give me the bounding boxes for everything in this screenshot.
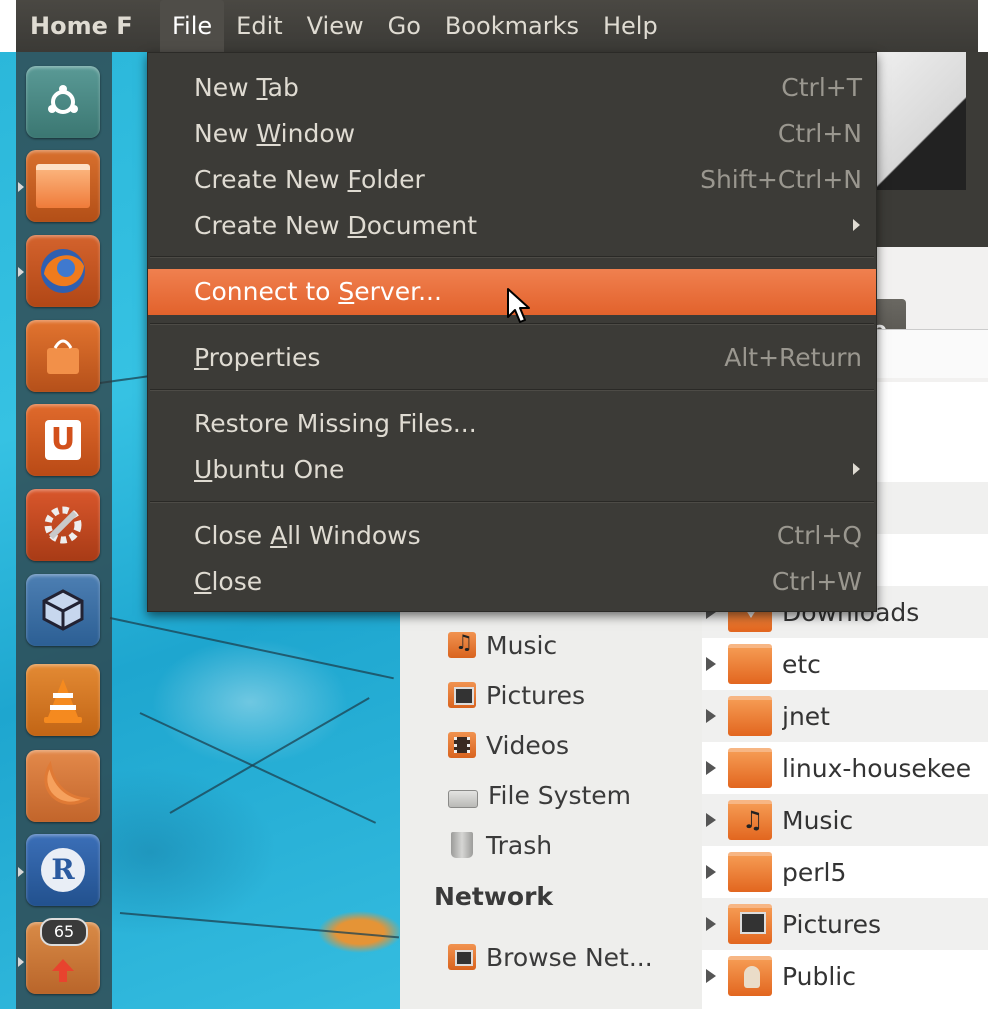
menu-item-close[interactable]: Close Ctrl+W — [148, 559, 876, 605]
menu-edit[interactable]: Edit — [224, 0, 294, 52]
expander-icon[interactable] — [706, 917, 716, 931]
orange-slice-icon — [44, 760, 90, 805]
app-title: Home F — [30, 12, 133, 40]
list-item[interactable]: Music — [702, 794, 988, 846]
submenu-arrow-icon — [853, 219, 860, 231]
launcher-r-project[interactable]: R — [26, 834, 100, 906]
folder-icon — [728, 696, 772, 736]
sidebar-item-label: Music — [486, 630, 558, 660]
launcher-dash-home[interactable] — [26, 66, 100, 138]
public-folder-icon — [728, 956, 772, 996]
pictures-folder-icon — [448, 682, 476, 708]
expander-icon[interactable] — [706, 761, 716, 775]
list-item[interactable]: etc — [702, 638, 988, 690]
launcher-software-center[interactable] — [26, 320, 100, 392]
videos-folder-icon — [448, 732, 476, 758]
accelerator: Ctrl+Q — [776, 521, 862, 550]
music-folder-icon — [728, 800, 772, 840]
list-item[interactable]: linux-housekee — [702, 742, 988, 794]
trash-icon — [451, 832, 473, 858]
file-menu-dropdown: New Tab Ctrl+T New Window Ctrl+N Create … — [147, 52, 877, 612]
list-item[interactable]: perl5 — [702, 846, 988, 898]
menu-go[interactable]: Go — [376, 0, 433, 52]
running-indicator — [18, 867, 24, 877]
menu-bookmarks[interactable]: Bookmarks — [433, 0, 591, 52]
top-menu-bar: Home F File Edit View Go Bookmarks Help — [0, 0, 988, 52]
list-item[interactable]: Pictures — [702, 898, 988, 950]
menu-item-restore-missing-files[interactable]: Restore Missing Files... — [148, 401, 876, 447]
expander-icon[interactable] — [706, 657, 716, 671]
list-item[interactable]: Public — [702, 950, 988, 1002]
folder-icon — [728, 852, 772, 892]
menu-item-new-tab[interactable]: New Tab Ctrl+T — [148, 65, 876, 111]
accelerator: Ctrl+W — [771, 567, 862, 596]
expander-icon[interactable] — [706, 865, 716, 879]
expander-icon[interactable] — [706, 709, 716, 723]
menu-view[interactable]: View — [295, 0, 376, 52]
menu-file[interactable]: File — [160, 0, 225, 52]
shopping-bag-icon — [47, 339, 79, 374]
folder-icon — [36, 164, 90, 208]
ubuntu-logo-icon — [48, 85, 78, 114]
running-indicator — [18, 182, 24, 192]
running-indicator — [18, 957, 24, 967]
running-indicator — [18, 267, 24, 277]
sidebar-item-videos[interactable]: Videos — [448, 725, 569, 765]
launcher-vlc[interactable] — [26, 664, 100, 736]
sidebar-item-label: Browse Net... — [486, 942, 653, 972]
menu-item-new-window[interactable]: New Window Ctrl+N — [148, 111, 876, 157]
menu-separator — [150, 501, 874, 503]
music-folder-icon: ♫ — [448, 630, 476, 658]
menu-item-ubuntu-one[interactable]: Ubuntu One — [148, 447, 876, 493]
launcher-virtualbox[interactable] — [26, 574, 100, 646]
launcher-firefox[interactable] — [26, 235, 100, 307]
sidebar-heading-network: Network — [434, 882, 554, 911]
sidebar-item-label: File System — [488, 780, 632, 810]
sidebar-item-label: Pictures — [486, 680, 585, 710]
menu-item-create-new-folder[interactable]: Create New Folder Shift+Ctrl+N — [148, 157, 876, 203]
menu-separator — [150, 256, 874, 258]
vlc-cone-icon — [44, 679, 82, 723]
r-logo-icon: R — [41, 848, 85, 892]
launcher-files[interactable] — [26, 150, 100, 222]
menu-item-create-new-document[interactable]: Create New Document — [148, 203, 876, 249]
firefox-icon — [41, 249, 85, 293]
accelerator: Alt+Return — [724, 343, 862, 372]
sidebar-item-file-system[interactable]: File System — [448, 775, 631, 815]
expander-icon[interactable] — [706, 969, 716, 983]
sidebar-item-browse-network[interactable]: Browse Net... — [448, 937, 653, 977]
sidebar-item-label: Trash — [486, 830, 553, 860]
sidebar-item-label: Videos — [486, 730, 570, 760]
update-count-badge: 65 — [40, 918, 88, 946]
submenu-arrow-icon — [853, 463, 860, 475]
folder-icon — [728, 748, 772, 788]
pictures-folder-icon — [728, 904, 772, 944]
list-item[interactable]: jnet — [702, 690, 988, 742]
launcher-update-manager[interactable]: 65 — [26, 918, 100, 994]
location-toolbar: e — [870, 247, 988, 387]
menu-separator — [150, 389, 874, 391]
sidebar-item-trash[interactable]: Trash — [448, 825, 552, 865]
menu-help[interactable]: Help — [591, 0, 670, 52]
expander-icon[interactable] — [706, 813, 716, 827]
update-arrow-icon — [52, 959, 74, 982]
accelerator: Ctrl+T — [781, 73, 862, 102]
column-header — [870, 329, 988, 378]
sidebar-item-music[interactable]: ♫ Music — [448, 625, 557, 665]
sidebar-item-pictures[interactable]: Pictures — [448, 675, 585, 715]
launcher-system-settings[interactable] — [26, 489, 100, 561]
launcher-clementine[interactable] — [26, 750, 100, 822]
menu-item-properties[interactable]: Properties Alt+Return — [148, 335, 876, 381]
folder-icon — [728, 644, 772, 684]
unity-launcher: U R 65 — [16, 52, 112, 1009]
launcher-ubuntu-one[interactable]: U — [26, 404, 100, 476]
settings-wrench-icon — [44, 506, 82, 544]
ubuntu-one-icon: U — [45, 420, 81, 460]
menu-item-close-all-windows[interactable]: Close All Windows Ctrl+Q — [148, 513, 876, 559]
virtualbox-cube-icon — [42, 589, 84, 631]
drive-icon — [448, 790, 478, 808]
accelerator: Ctrl+N — [777, 119, 862, 148]
network-folder-icon — [448, 944, 476, 970]
accelerator: Shift+Ctrl+N — [700, 165, 862, 194]
